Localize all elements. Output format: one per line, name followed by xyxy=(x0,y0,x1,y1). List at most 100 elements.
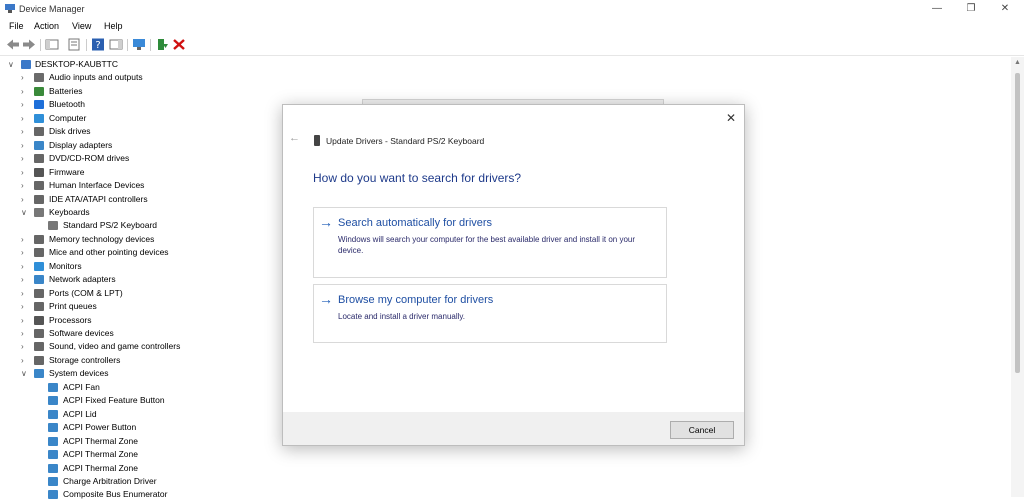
chevron-right-icon[interactable]: › xyxy=(21,260,29,273)
ide-controller-icon xyxy=(34,194,44,204)
chevron-right-icon[interactable]: › xyxy=(21,193,29,206)
chevron-right-icon[interactable]: › xyxy=(21,300,29,313)
chevron-right-icon[interactable]: › xyxy=(21,71,29,84)
update-driver-icon[interactable] xyxy=(155,38,169,51)
chevron-right-icon[interactable]: › xyxy=(21,246,29,259)
browse-computer-option[interactable]: → Browse my computer for drivers Locate … xyxy=(313,284,667,343)
chevron-right-icon[interactable]: › xyxy=(21,98,29,111)
menu-help[interactable]: Help xyxy=(104,21,123,31)
system-device-icon xyxy=(48,463,58,473)
tree-item-label: System devices xyxy=(49,368,109,379)
properties-icon[interactable] xyxy=(67,38,81,51)
forward-arrow-icon[interactable] xyxy=(22,38,36,51)
option-description: Locate and install a driver manually. xyxy=(338,312,466,321)
menu-file[interactable]: File xyxy=(9,21,24,31)
tree-item-label: Network adapters xyxy=(49,274,116,285)
mouse-icon xyxy=(34,248,44,258)
chevron-right-icon[interactable]: › xyxy=(21,340,29,353)
minimize-icon[interactable]: — xyxy=(920,0,954,18)
tree-item-label: IDE ATA/ATAPI controllers xyxy=(49,193,148,204)
network-adapter-icon xyxy=(34,275,44,285)
help-icon[interactable]: ? xyxy=(91,38,105,51)
system-device-icon xyxy=(48,450,58,460)
chevron-right-icon[interactable]: › xyxy=(21,179,29,192)
monitor-icon[interactable] xyxy=(132,38,146,51)
chevron-right-icon[interactable]: › xyxy=(21,139,29,152)
restore-icon[interactable]: ❐ xyxy=(954,0,988,18)
display-adapter-icon xyxy=(34,140,44,150)
toolbar: ? xyxy=(0,35,1024,56)
printer-icon xyxy=(34,302,44,312)
arrow-right-icon: → xyxy=(319,291,333,307)
option-description: Windows will search your computer for th… xyxy=(338,235,636,255)
window-title: Device Manager xyxy=(19,4,85,14)
tree-item-label: Storage controllers xyxy=(49,354,121,365)
chevron-right-icon[interactable]: › xyxy=(21,233,29,246)
dialog-title: Update Drivers - Standard PS/2 Keyboard xyxy=(326,136,485,146)
chevron-down-icon[interactable]: ∨ xyxy=(21,206,29,219)
chevron-right-icon[interactable]: › xyxy=(21,273,29,286)
tree-item-label: Ports (COM & LPT) xyxy=(49,287,123,298)
scrollbar-thumb[interactable] xyxy=(1015,73,1020,373)
port-icon xyxy=(34,288,44,298)
bluetooth-icon xyxy=(34,100,44,110)
arrow-right-icon: → xyxy=(319,214,333,230)
computer-icon xyxy=(21,60,31,69)
speaker-icon xyxy=(34,73,44,83)
cancel-button[interactable]: Cancel xyxy=(670,421,734,439)
chevron-down-icon[interactable]: ∨ xyxy=(21,367,29,380)
tree-item-label: ACPI Power Button xyxy=(63,422,137,433)
device-manager-icon xyxy=(5,4,15,13)
chevron-right-icon[interactable]: › xyxy=(21,327,29,340)
option-title: Browse my computer for drivers xyxy=(338,294,494,306)
system-device-icon xyxy=(34,369,44,379)
search-automatically-option[interactable]: → Search automatically for drivers Windo… xyxy=(313,207,667,278)
sound-controller-icon xyxy=(34,342,44,352)
back-arrow-icon[interactable] xyxy=(6,38,20,51)
menu-view[interactable]: View xyxy=(72,21,91,31)
title-bar: Device Manager — ❐ ✕ xyxy=(0,0,1024,18)
system-device-icon xyxy=(48,382,58,392)
tree-item-label: Display adapters xyxy=(49,139,113,150)
close-icon[interactable]: ✕ xyxy=(723,110,739,126)
chevron-right-icon[interactable]: › xyxy=(21,287,29,300)
tree-item-label: Memory technology devices xyxy=(49,233,155,244)
tree-item-label: Keyboards xyxy=(49,206,90,217)
chevron-right-icon[interactable]: › xyxy=(21,314,29,327)
chevron-right-icon[interactable]: › xyxy=(21,125,29,138)
dialog-heading: How do you want to search for drivers? xyxy=(313,171,522,185)
hid-icon xyxy=(34,181,44,191)
chevron-down-icon[interactable]: ∨ xyxy=(8,58,16,71)
tree-item-label: Processors xyxy=(49,314,92,325)
chevron-right-icon[interactable]: › xyxy=(21,152,29,165)
back-arrow-icon[interactable]: ← xyxy=(289,132,300,144)
tree-item-label: ACPI Fixed Feature Button xyxy=(63,395,165,406)
monitor-icon xyxy=(34,261,44,271)
tree-item-label: Firmware xyxy=(49,166,85,177)
software-device-icon xyxy=(34,329,44,338)
tree-item-label: ACPI Thermal Zone xyxy=(63,462,138,473)
scroll-up-icon[interactable]: ▲ xyxy=(1014,59,1021,66)
tree-item-label: ACPI Fan xyxy=(63,381,100,392)
processor-icon xyxy=(34,315,44,325)
menu-action[interactable]: Action xyxy=(34,21,59,31)
show-hide-tree-icon[interactable] xyxy=(45,38,59,51)
dialog-footer: Cancel xyxy=(283,412,744,445)
option-title: Search automatically for drivers xyxy=(338,217,493,229)
chevron-right-icon[interactable]: › xyxy=(21,85,29,98)
close-icon[interactable]: ✕ xyxy=(988,0,1022,18)
tree-item-label: Software devices xyxy=(49,328,114,338)
chevron-right-icon[interactable]: › xyxy=(21,112,29,125)
action-pane-icon[interactable] xyxy=(109,38,123,51)
toolbar-separator xyxy=(40,39,41,51)
chevron-right-icon[interactable]: › xyxy=(21,354,29,367)
chevron-right-icon[interactable]: › xyxy=(21,166,29,179)
uninstall-icon[interactable] xyxy=(172,38,186,51)
vertical-scrollbar[interactable]: ▲ xyxy=(1011,57,1024,497)
firmware-icon xyxy=(34,167,44,177)
toolbar-separator xyxy=(127,39,128,51)
tree-item-label: Charge Arbitration Driver xyxy=(63,475,157,486)
tree-item-label: Mice and other pointing devices xyxy=(49,247,169,258)
system-device-icon xyxy=(48,476,58,486)
menu-bar: File Action View Help xyxy=(0,18,1024,34)
